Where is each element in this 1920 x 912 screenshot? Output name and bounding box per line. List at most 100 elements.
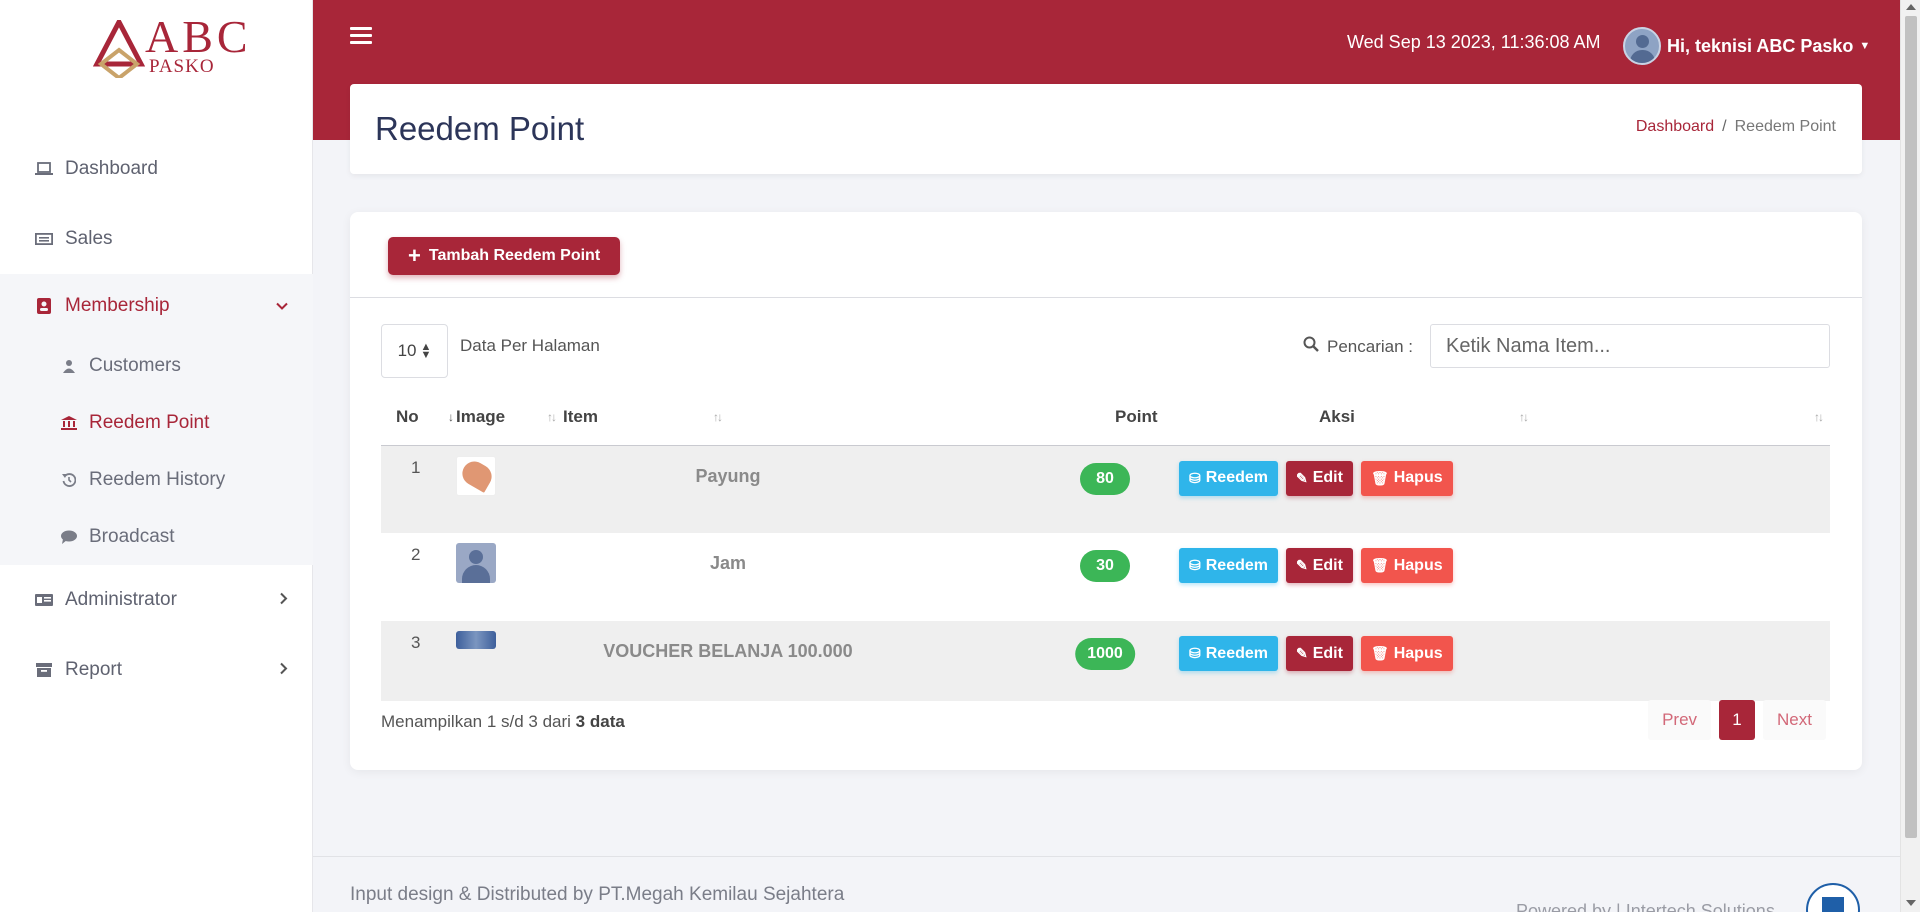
umbrella-thumbnail[interactable] [456, 455, 496, 496]
sidebar-item-label: Sales [65, 228, 113, 249]
brand-logo[interactable]: ABC PASKO [93, 14, 248, 80]
scroll-down-arrow-icon[interactable] [1906, 900, 1916, 906]
trash-icon: 🗑 [1370, 557, 1389, 573]
comment-icon [61, 530, 77, 544]
trash-icon: 🗑 [1370, 645, 1389, 661]
edit-icon: ✎ [1295, 645, 1308, 661]
sidebar-item-sales[interactable]: Sales [0, 204, 313, 274]
user-greeting: Hi, teknisi ABC Pasko [1667, 35, 1854, 56]
delete-button[interactable]: 🗑 Hapus [1360, 548, 1453, 583]
search-label: Pencarian : [1303, 336, 1413, 357]
sidebar: ABC PASKO Dashboard Sales Membership Cus… [0, 0, 313, 912]
edit-icon: ✎ [1295, 469, 1308, 486]
current-datetime: Wed Sep 13 2023, 11:36:08 AM [1347, 32, 1601, 52]
intertech-logo-icon [1806, 883, 1860, 912]
summary-total: 3 data [575, 712, 625, 731]
delete-button[interactable]: 🗑 Hapus [1360, 460, 1453, 496]
archive-icon [35, 662, 53, 678]
table-row: 3 VOUCHER BELANJA 100.000 1000 ⛁ Reedem ✎… [381, 621, 1830, 701]
logo-subtext: PASKO [149, 56, 215, 77]
sidebar-subitem-label: Reedem History [89, 468, 226, 490]
address-book-icon [35, 297, 53, 314]
coins-icon: ⛁ [1189, 645, 1201, 661]
edit-button[interactable]: ✎ Edit [1285, 548, 1353, 583]
cell-actions: ⛁ Reedem ✎ Edit 🗑 Hapus [1179, 445, 1830, 533]
per-page-select[interactable]: 10 ▲ ▼ [381, 324, 448, 378]
sidebar-item-reedem-history[interactable]: Reedem History [0, 451, 313, 508]
cell-image [456, 533, 563, 621]
column-header-no[interactable]: No ↓ [381, 390, 456, 446]
sidebar-item-dashboard[interactable]: Dashboard [0, 134, 313, 204]
sidebar-item-report[interactable]: Report [0, 635, 313, 705]
column-header-image[interactable]: Image ↑↓ [456, 390, 563, 446]
search-label-text: Pencarian : [1327, 336, 1413, 356]
next-page-button[interactable]: Next [1763, 700, 1826, 740]
history-icon [61, 472, 77, 487]
cell-item: Jam [709, 553, 747, 573]
page-title: Reedem Point [375, 110, 585, 147]
sidebar-item-broadcast[interactable]: Broadcast [0, 508, 313, 565]
powered-by: Powered by | Intertech Solutions [1516, 901, 1775, 912]
coins-icon: ⛁ [1189, 557, 1201, 573]
cell-no: 1 [411, 457, 421, 477]
caret-down-icon: ▼ [1859, 40, 1871, 52]
cell-image [456, 621, 563, 701]
breadcrumb-dashboard-link[interactable]: Dashboard [1636, 118, 1714, 135]
sidebar-nav: Dashboard Sales Membership Customers Ree… [0, 134, 313, 705]
breadcrumb-current: Reedem Point [1734, 118, 1836, 135]
logo-mark-icon [93, 20, 145, 78]
person-placeholder-thumbnail[interactable] [456, 543, 496, 583]
cell-image [456, 445, 563, 533]
id-card-icon [35, 592, 53, 608]
point-badge: 1000 [1075, 638, 1135, 670]
cell-no: 2 [411, 545, 421, 564]
bank-icon [61, 415, 77, 430]
scroll-up-arrow-icon[interactable] [1906, 4, 1916, 10]
chevron-down-icon [275, 295, 289, 316]
delete-button[interactable]: 🗑 Hapus [1360, 636, 1453, 671]
reedem-button[interactable]: ⛁ Reedem [1179, 460, 1278, 496]
sidebar-item-reedem-point[interactable]: Reedem Point [0, 394, 313, 451]
sidebar-item-label: Administrator [65, 589, 177, 610]
list-icon [35, 231, 53, 247]
column-header-item[interactable]: Item ↑↓ [563, 390, 1121, 446]
add-reedem-point-button[interactable]: + Tambah Reedem Point [388, 237, 621, 275]
column-header-point[interactable]: Point ↑↓ [1115, 390, 1599, 446]
page-1-button[interactable]: 1 [1719, 700, 1756, 740]
cell-no: 3 [411, 633, 421, 652]
menu-toggle-icon[interactable] [350, 27, 372, 45]
column-header-aksi[interactable]: Aksi ↑↓ [1319, 390, 1830, 446]
reedem-button[interactable]: ⛁ Reedem [1179, 636, 1278, 671]
user-menu[interactable]: Hi, teknisi ABC Pasko ▼ [1623, 27, 1870, 65]
edit-button[interactable]: ✎ Edit [1285, 460, 1353, 496]
sidebar-item-customers[interactable]: Customers [0, 337, 313, 394]
avatar [1623, 27, 1661, 65]
footer-credit: Input design & Distributed by PT.Megah K… [350, 884, 845, 905]
scrollbar-thumb[interactable] [1905, 16, 1917, 838]
users-icon [61, 359, 77, 373]
pagination: Prev 1 Next [1648, 700, 1826, 740]
sidebar-subitem-label: Customers [89, 354, 181, 376]
voucher-thumbnail[interactable] [456, 631, 496, 649]
prev-page-button[interactable]: Prev [1648, 700, 1712, 740]
search-input[interactable] [1430, 324, 1830, 368]
sidebar-item-membership[interactable]: Membership [0, 274, 313, 337]
footer: Input design & Distributed by PT.Megah K… [313, 856, 1900, 912]
per-page-label: Data Per Halaman [460, 336, 600, 355]
trash-icon: 🗑 [1370, 469, 1389, 486]
sidebar-subitem-label: Broadcast [89, 525, 175, 547]
cell-actions: ⛁ Reedem ✎ Edit 🗑 Hapus [1179, 533, 1830, 621]
card-header: + Tambah Reedem Point [350, 212, 1862, 298]
edit-icon: ✎ [1295, 557, 1308, 573]
breadcrumb-separator: / [1722, 118, 1727, 135]
per-page-value: 10 [397, 341, 417, 360]
reedem-button[interactable]: ⛁ Reedem [1179, 548, 1278, 583]
page-scrollbar[interactable] [1900, 0, 1920, 912]
point-badge: 80 [1080, 462, 1130, 495]
edit-button[interactable]: ✎ Edit [1285, 636, 1353, 671]
table-row: 1 Payung 80 ⛁ Reedem ✎ Edit 🗑 Hapus [381, 445, 1830, 533]
reedem-point-card: + Tambah Reedem Point 10 ▲ ▼ Data Per Hal… [350, 212, 1862, 770]
membership-submenu: Customers Reedem Point Reedem History Br… [0, 337, 313, 565]
summary-prefix: Menampilkan 1 s/d 3 dari [381, 712, 571, 731]
sidebar-item-administrator[interactable]: Administrator [0, 565, 313, 635]
